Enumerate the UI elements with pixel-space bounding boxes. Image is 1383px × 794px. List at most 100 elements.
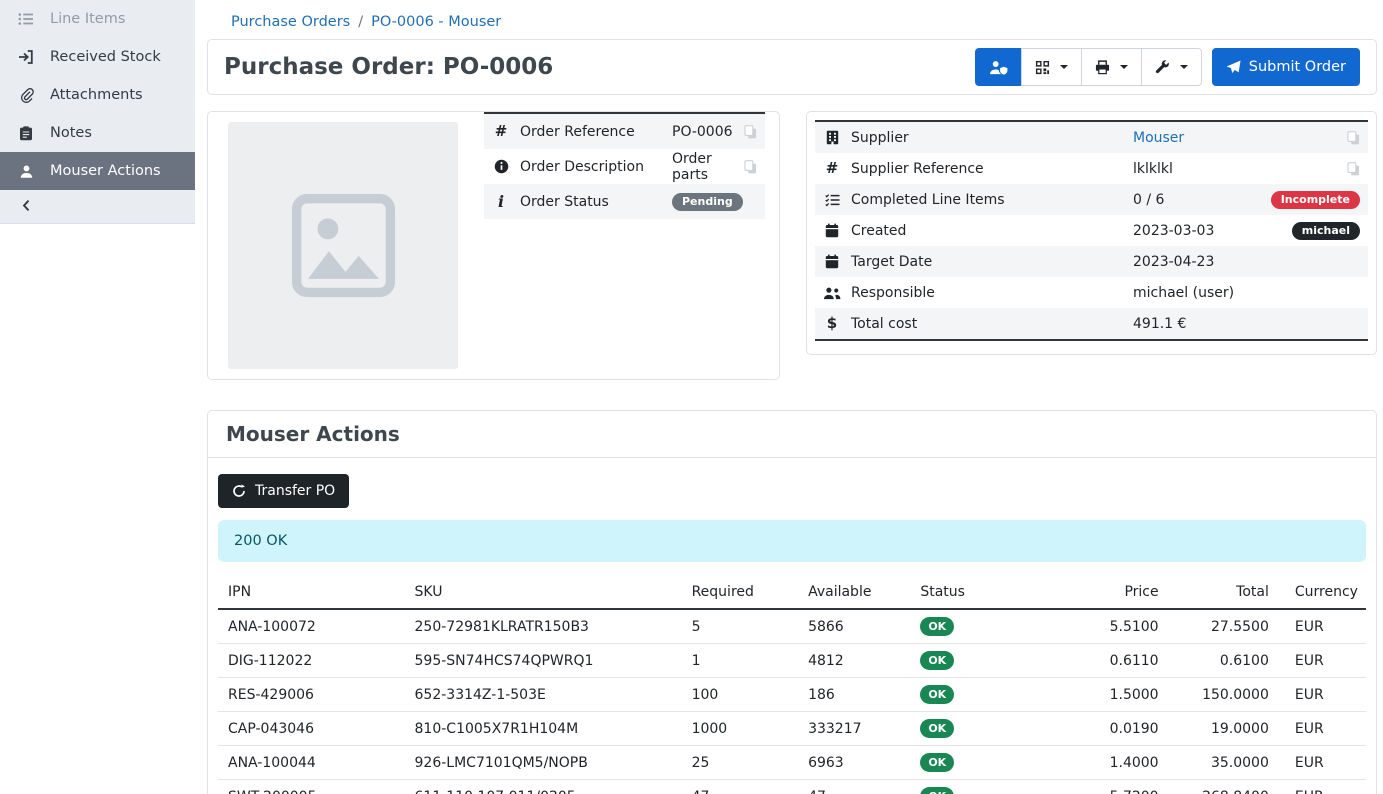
sidebar-item-received-stock[interactable]: Received Stock [0,38,195,76]
ok-badge: OK [920,719,954,738]
cell-status: OK [920,644,1061,678]
detail-value-wrap: lklklkl [1133,161,1337,177]
page-header: Purchase Order: PO-0006 Submit Order [207,39,1377,95]
breadcrumb-separator: / [358,14,363,30]
order-image-placeholder[interactable] [228,122,458,369]
tools-icon [1155,60,1170,75]
sidebar-item-attachments[interactable]: Attachments [0,76,195,114]
main-content: Purchase Orders / PO-0006 - Mouser Purchas… [195,0,1383,794]
cell-sku: 926-LMC7101QM5/NOPB [415,746,692,780]
header-actions: Submit Order [975,48,1360,86]
print-icon [1095,60,1110,75]
detail-row-total-cost: $Total cost491.1 € [815,308,1368,339]
cell-price: 5.5100 [1062,609,1167,644]
copy-icon[interactable] [1347,162,1360,176]
cell-required: 1 [692,644,809,678]
cell-available: 186 [808,678,920,712]
user-check-button[interactable] [975,48,1022,86]
caret-down-icon [1180,65,1188,69]
column-header-required: Required [692,580,809,609]
caret-down-icon [1120,65,1128,69]
page-title: Purchase Order: PO-0006 [224,54,553,80]
cell-currency: EUR [1277,609,1366,644]
status-alert: 200 OK [218,520,1366,562]
status-badge: Pending [672,193,743,211]
detail-value: 2023-04-23 [1133,254,1214,270]
tools-button[interactable] [1141,48,1202,86]
cell-available: 4812 [808,644,920,678]
cell-ipn: CAP-043046 [218,712,415,746]
column-header-total: Total [1167,580,1277,609]
print-button[interactable] [1081,48,1142,86]
detail-label: Order Reference [520,124,662,140]
ok-badge: OK [920,753,954,772]
cell-total: 268.8400 [1167,780,1277,794]
cell-ipn: ANA-100044 [218,746,415,780]
detail-value-wrap: 2023-04-23 [1133,254,1360,270]
detail-value-wrap: Pending [672,193,757,211]
sidebar-item-label: Line Items [50,11,125,27]
mouser-table-head-row: IPNSKURequiredAvailableStatusPriceTotalC… [218,580,1366,609]
detail-value: michael (user) [1133,285,1234,301]
column-header-ipn: IPN [218,580,415,609]
calendar-icon [823,254,841,269]
copy-icon[interactable] [744,160,757,174]
hash-icon: # [492,124,510,139]
detail-value-wrap: michael (user) [1133,285,1360,301]
table-row: SWT-200005611-110.107.011/02054747OK5.72… [218,780,1366,794]
detail-row-order-status: iOrder StatusPending [484,184,765,219]
detail-value: Order parts [672,151,734,183]
mouser-table-body: ANA-100072250-72981KLRATR150B355866OK5.5… [218,609,1366,794]
detail-value: 491.1 € [1133,316,1186,332]
received-icon [17,49,35,65]
cell-required: 100 [692,678,809,712]
panel-title: Mouser Actions [208,411,1376,458]
info-icon: i [492,194,510,210]
panel-body: Transfer PO 200 OK IPNSKURequiredAvailab… [208,458,1376,794]
cell-status: OK [920,712,1061,746]
sidebar-item-notes[interactable]: Notes [0,114,195,152]
sidebar-item-line-items[interactable]: Line Items [0,0,195,38]
transfer-po-button[interactable]: Transfer PO [218,474,349,508]
detail-row-order-reference: #Order ReferencePO-0006 [484,114,765,149]
detail-row-responsible: Responsible michael (user) [815,277,1368,308]
hash-icon: # [823,161,841,176]
ok-badge: OK [920,617,954,636]
qrcode-button[interactable] [1021,48,1082,86]
building-icon [823,130,841,145]
column-header-status: Status [920,580,1061,609]
sidebar-item-mouser-actions[interactable]: Mouser Actions [0,152,195,190]
copy-icon[interactable] [744,125,757,139]
detail-label: Responsible [851,285,1123,301]
order-details-section: #Order ReferencePO-0006Order Description… [207,111,1377,380]
cell-available: 5866 [808,609,920,644]
sidebar-item-label: Notes [50,125,92,141]
table-row: ANA-100044926-LMC7101QM5/NOPB256963OK1.4… [218,746,1366,780]
breadcrumb-link-purchase-orders[interactable]: Purchase Orders [231,14,350,30]
cell-currency: EUR [1277,644,1366,678]
submit-order-button[interactable]: Submit Order [1212,48,1360,86]
cell-price: 5.7200 [1062,780,1167,794]
cell-status: OK [920,609,1061,644]
detail-value: 2023-03-03 [1133,223,1214,239]
cell-currency: EUR [1277,712,1366,746]
cell-status: OK [920,746,1061,780]
detail-label: Completed Line Items [851,192,1123,208]
ok-badge: OK [920,685,954,704]
cell-sku: 595-SN74HCS74QPWRQ1 [415,644,692,678]
detail-label: Target Date [851,254,1123,270]
copy-icon[interactable] [1347,131,1360,145]
breadcrumb: Purchase Orders / PO-0006 - Mouser [207,6,1377,39]
cell-total: 35.0000 [1167,746,1277,780]
breadcrumb-link-po-0006-mouser[interactable]: PO-0006 - Mouser [371,14,501,30]
sidebar-collapse-button[interactable] [0,190,195,223]
detail-value-wrap: 491.1 € [1133,316,1360,332]
sidebar: Line Items Received StockAttachments Notes… [0,0,195,794]
order-summary-card: #Order ReferencePO-0006Order Description… [207,111,780,380]
cell-total: 19.0000 [1167,712,1277,746]
transfer-po-label: Transfer PO [255,483,335,499]
user-icon [17,164,35,179]
calendar-icon [823,223,841,238]
column-header-sku: SKU [415,580,692,609]
detail-value-link[interactable]: Mouser [1133,130,1184,146]
